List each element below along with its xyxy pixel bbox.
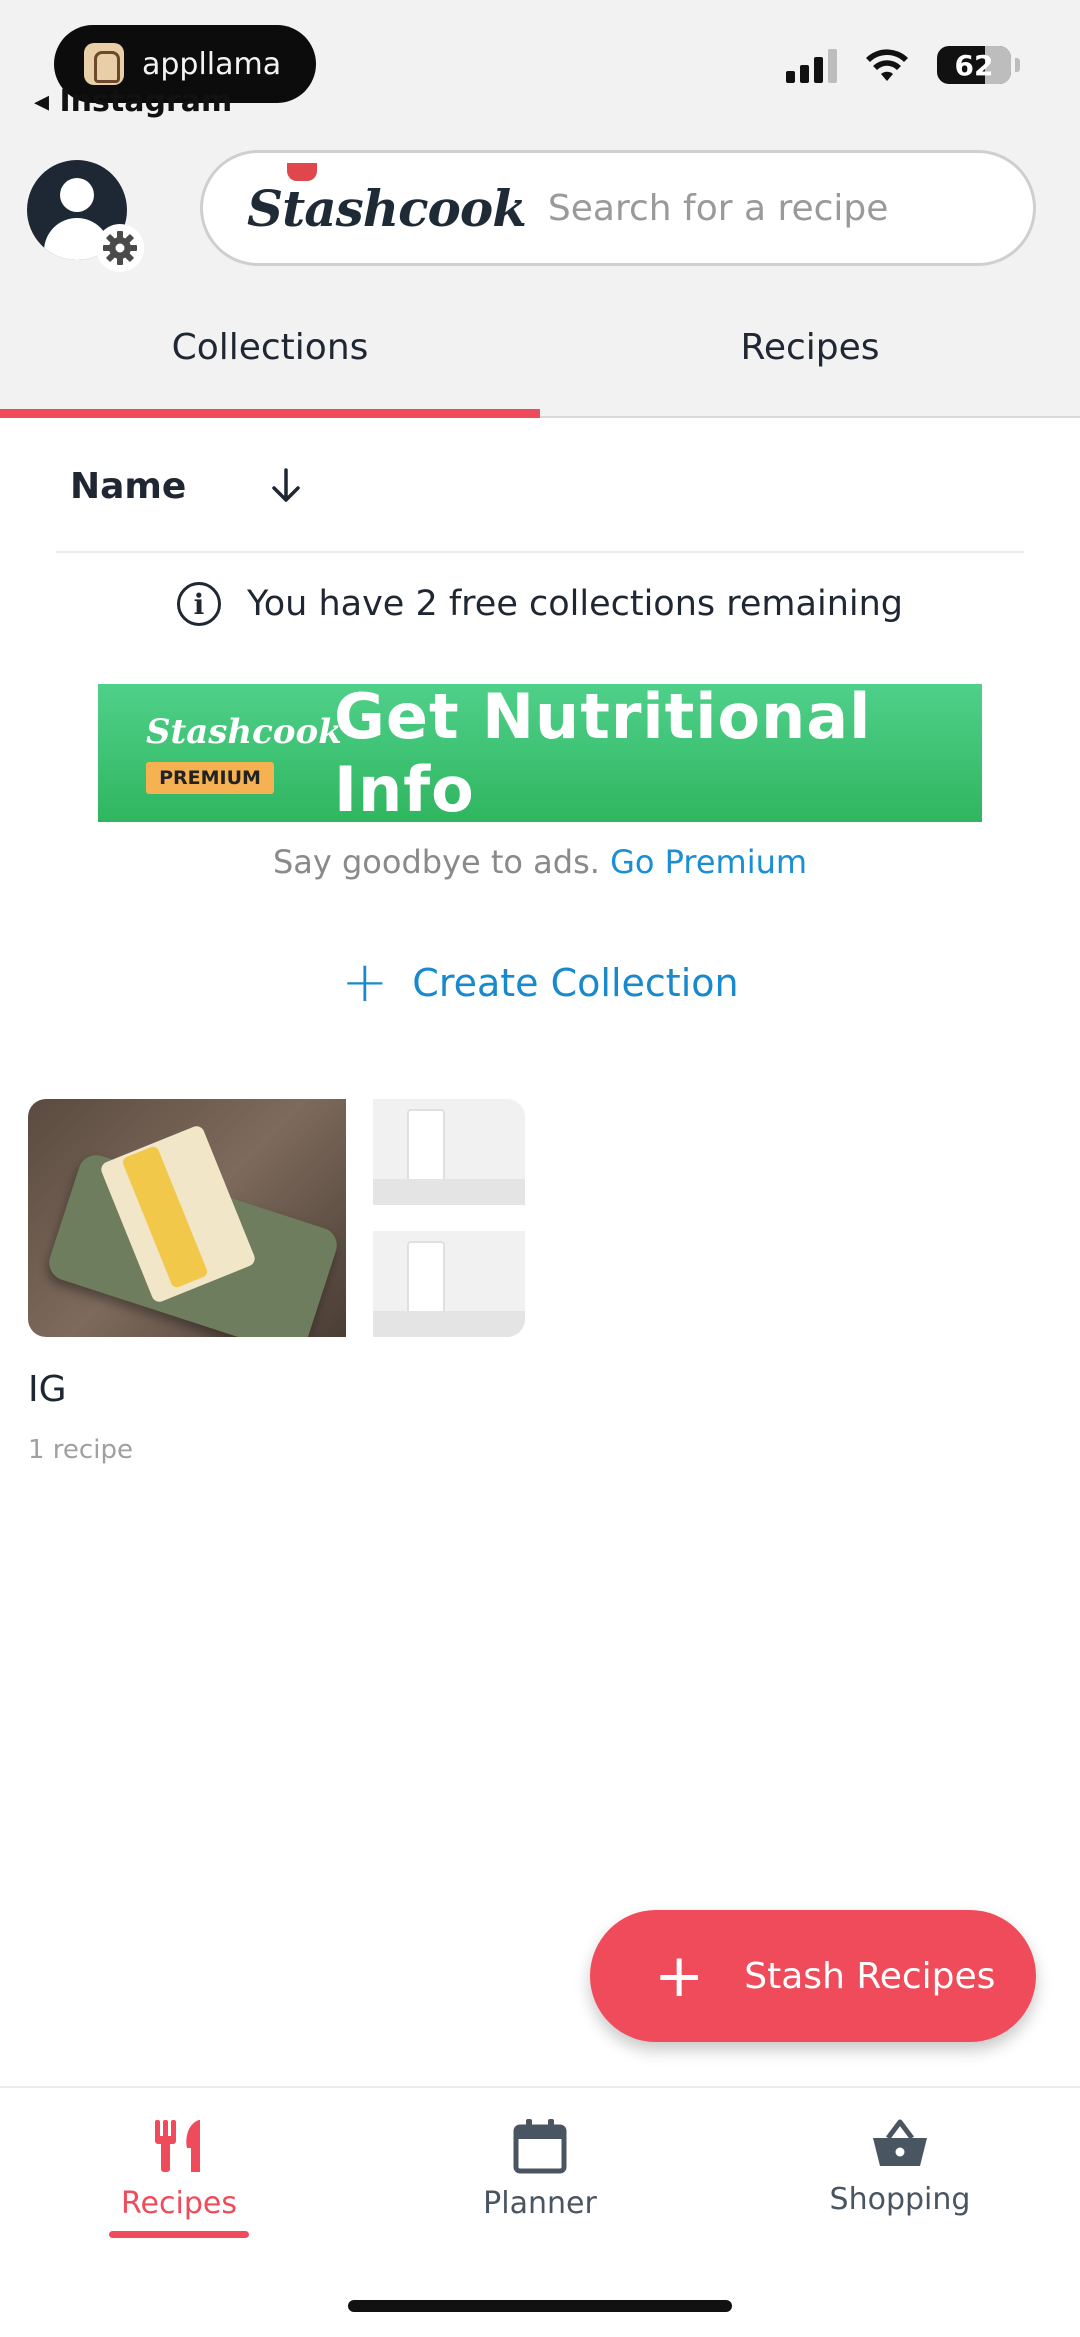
nav-label-recipes: Recipes — [121, 2186, 237, 2221]
battery-icon: 62 — [937, 46, 1011, 84]
collection-thumbnail-placeholder — [373, 1099, 525, 1205]
collection-thumbnail-placeholder — [373, 1231, 525, 1337]
stashcook-logo: Stashcook — [247, 162, 527, 238]
collection-recipe-count: 1 recipe — [28, 1435, 133, 1465]
nav-label-planner: Planner — [483, 2186, 597, 2221]
sort-row[interactable]: Name — [0, 420, 1080, 552]
nav-item-recipes[interactable]: Recipes — [49, 2118, 309, 2238]
free-collections-text: You have 2 free collections remaining — [247, 584, 903, 624]
tab-recipes[interactable]: Recipes — [540, 286, 1080, 416]
battery-level: 62 — [954, 48, 994, 82]
calendar-icon — [513, 2119, 567, 2174]
banner-brand: Stashcook — [146, 712, 342, 752]
create-collection-button[interactable]: + Create Collection — [0, 955, 1080, 1011]
ads-notice: Say goodbye to ads. Go Premium — [0, 843, 1080, 881]
go-premium-link[interactable]: Go Premium — [610, 843, 807, 881]
llama-icon — [84, 43, 124, 85]
stash-recipes-button[interactable]: + Stash Recipes — [590, 1910, 1036, 2042]
status-bar: appllama ◂ Instagram 62 — [0, 0, 1080, 140]
tab-bar: Collections Recipes — [0, 286, 1080, 418]
collection-name: IG — [28, 1369, 67, 1410]
banner-headline: Get Nutritional Info — [334, 680, 872, 826]
plus-icon: + — [654, 1941, 705, 2011]
collection-thumbnail-main — [28, 1099, 346, 1337]
pot-icon — [287, 162, 317, 181]
free-collections-notice: i You have 2 free collections remaining — [0, 582, 1080, 626]
divider — [56, 551, 1024, 553]
app-header: Stashcook Search for a recipe — [0, 140, 1080, 286]
ads-text: Say goodbye to ads. — [272, 843, 600, 881]
sort-label[interactable]: Name — [70, 466, 186, 507]
settings-gear-icon[interactable] — [96, 224, 144, 272]
wifi-icon — [866, 49, 908, 81]
info-icon: i — [177, 582, 221, 626]
cellular-signal-icon — [786, 47, 837, 83]
stash-recipes-label: Stash Recipes — [744, 1955, 996, 1997]
overlay-app-name: appllama — [142, 46, 282, 82]
nav-label-shopping: Shopping — [829, 2182, 971, 2217]
premium-badge: PREMIUM — [146, 762, 274, 794]
back-to-app-link[interactable]: ◂ Instagram — [34, 84, 232, 119]
fork-knife-icon — [155, 2120, 200, 2172]
recipe-search-bar[interactable]: Stashcook Search for a recipe — [200, 150, 1036, 266]
nav-item-shopping[interactable]: Shopping — [770, 2118, 1030, 2217]
tab-collections[interactable]: Collections — [0, 286, 540, 418]
search-input[interactable]: Search for a recipe — [548, 188, 889, 229]
plus-icon: + — [341, 950, 389, 1015]
basket-icon — [873, 2119, 927, 2166]
home-indicator[interactable] — [348, 2300, 732, 2312]
arrow-down-icon[interactable] — [266, 466, 306, 506]
premium-banner[interactable]: Stashcook PREMIUM Get Nutritional Info — [98, 680, 982, 826]
create-collection-label: Create Collection — [412, 961, 739, 1005]
active-indicator — [109, 2231, 249, 2238]
nav-item-planner[interactable]: Planner — [410, 2118, 670, 2221]
